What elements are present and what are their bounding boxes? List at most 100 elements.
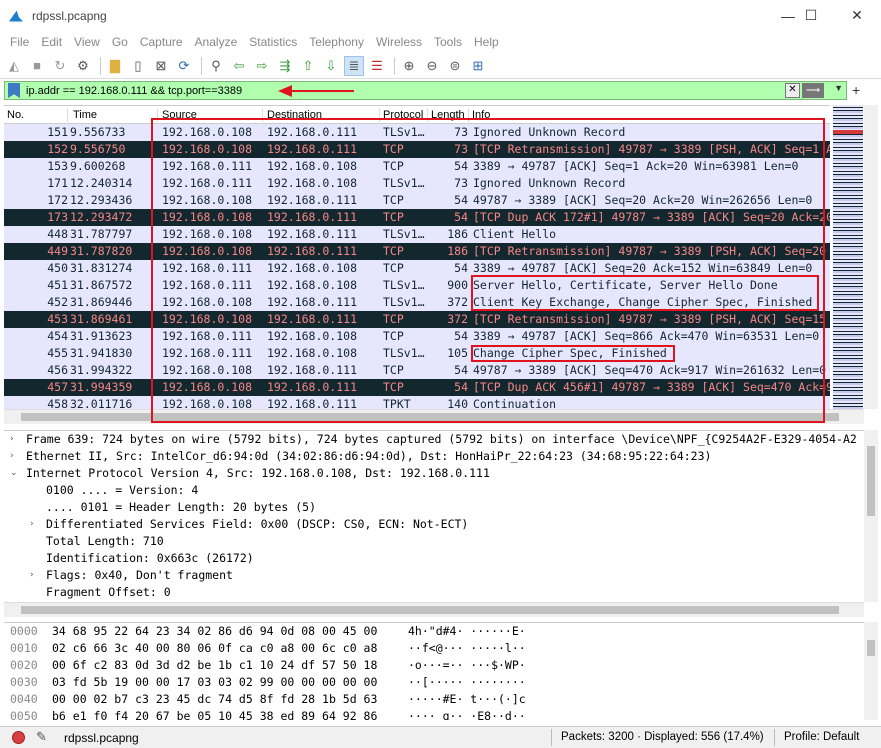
search-icon[interactable]: ⚲: [206, 56, 226, 76]
menu-analyze[interactable]: Analyze: [189, 35, 244, 49]
menu-tools[interactable]: Tools: [428, 35, 468, 49]
bytes-row[interactable]: 0030 03 fd 5b 19 00 00 17 03 03 02 99 00 …: [4, 674, 864, 691]
colorize-icon[interactable]: ☰: [367, 56, 387, 76]
packet-row[interactable]: 449 31.787820 192.168.0.108 192.168.0.111 TC…: [4, 243, 830, 260]
column-info[interactable]: Info: [469, 108, 829, 122]
column-destination[interactable]: Destination: [264, 108, 380, 122]
packet-row[interactable]: 452 31.869446 192.168.0.108 192.168.0.111 TL…: [4, 294, 830, 311]
resize-columns-icon[interactable]: ⊞: [468, 56, 488, 76]
detail-tree-item[interactable]: .... 0101 = Header Length: 20 bytes (5): [4, 499, 864, 516]
packet-row[interactable]: 152 9.556750 192.168.0.108 192.168.0.111 TCP…: [4, 141, 830, 158]
packet-list-vertical-scrollbar[interactable]: [864, 105, 878, 409]
open-folder-icon[interactable]: ▇: [105, 56, 125, 76]
detail-tree-item[interactable]: ⌄ Internet Protocol Version 4, Src: 192.1…: [4, 465, 864, 482]
detail-tree-item[interactable]: › Ethernet II, Src: IntelCor_d6:94:0d (34…: [4, 448, 864, 465]
expand-arrow-icon[interactable]: ›: [30, 516, 34, 533]
detail-text: Identification: 0x663c (26172): [46, 551, 254, 565]
file-icon[interactable]: ▯: [128, 56, 148, 76]
close-button[interactable]: ✕: [834, 0, 880, 31]
column-no[interactable]: No.: [4, 108, 68, 122]
capture-options-icon[interactable]: ⚙: [73, 56, 93, 76]
filter-history-dropdown[interactable]: ▼: [834, 83, 843, 93]
add-filter-button[interactable]: +: [852, 82, 860, 98]
menu-statistics[interactable]: Statistics: [243, 35, 303, 49]
display-filter-input[interactable]: [26, 84, 726, 97]
packet-row[interactable]: 173 12.293472 192.168.0.108 192.168.0.111 TC…: [4, 209, 830, 226]
packet-list-horizontal-scrollbar[interactable]: [4, 409, 864, 424]
bytes-row[interactable]: 0010 02 c6 66 3c 40 00 80 06 0f ca c0 a8 …: [4, 640, 864, 657]
detail-tree-item[interactable]: Fragment Offset: 0: [4, 584, 864, 601]
details-horizontal-scrollbar[interactable]: [4, 602, 864, 617]
menu-capture[interactable]: Capture: [134, 35, 189, 49]
column-time[interactable]: Time: [70, 108, 158, 122]
detail-tree-item[interactable]: › Frame 639: 724 bytes on wire (5792 bits…: [4, 431, 864, 448]
scroll-thumb[interactable]: [21, 413, 839, 421]
packet-row[interactable]: 455 31.941830 192.168.0.111 192.168.0.108 TL…: [4, 345, 830, 362]
packet-minimap[interactable]: [833, 105, 863, 409]
packet-row[interactable]: 457 31.994359 192.168.0.108 192.168.0.111 TC…: [4, 379, 830, 396]
packet-row[interactable]: 151 9.556733 192.168.0.108 192.168.0.111 TLS…: [4, 124, 830, 141]
packet-length: 186: [447, 227, 468, 241]
last-packet-icon[interactable]: ⇩: [321, 56, 341, 76]
packet-row[interactable]: 453 31.869461 192.168.0.108 192.168.0.111 TC…: [4, 311, 830, 328]
packet-row[interactable]: 450 31.831274 192.168.0.111 192.168.0.108 TC…: [4, 260, 830, 277]
autoscroll-icon[interactable]: ≣: [344, 55, 364, 76]
close-file-icon[interactable]: ⊠: [151, 56, 171, 76]
bytes-row[interactable]: 0040 00 00 02 b7 c3 23 45 dc 74 d5 8f fd …: [4, 691, 864, 708]
detail-tree-item[interactable]: › Differentiated Services Field: 0x00 (DS…: [4, 516, 864, 533]
expand-arrow-icon[interactable]: ›: [30, 567, 34, 584]
status-profile[interactable]: Profile: Default: [784, 731, 859, 743]
expert-info-icon[interactable]: [12, 731, 25, 744]
packet-row[interactable]: 153 9.600268 192.168.0.111 192.168.0.108 TCP…: [4, 158, 830, 175]
scroll-thumb[interactable]: [21, 606, 839, 614]
packet-row[interactable]: 454 31.913623 192.168.0.111 192.168.0.108 TC…: [4, 328, 830, 345]
detail-tree-item[interactable]: › Flags: 0x40, Don't fragment: [4, 567, 864, 584]
column-length[interactable]: Length: [428, 108, 469, 122]
expand-arrow-icon[interactable]: ›: [10, 448, 14, 465]
start-capture-icon[interactable]: ◭: [4, 56, 24, 76]
detail-tree-item[interactable]: 0100 .... = Version: 4: [4, 482, 864, 499]
menu-wireless[interactable]: Wireless: [370, 35, 428, 49]
go-back-icon[interactable]: ⇦: [229, 56, 249, 76]
menu-telephony[interactable]: Telephony: [303, 35, 370, 49]
packet-protocol: TCP: [383, 312, 404, 326]
scroll-thumb[interactable]: [867, 446, 875, 516]
details-vertical-scrollbar[interactable]: [864, 430, 878, 602]
go-to-packet-icon[interactable]: ⇶: [275, 56, 295, 76]
packet-row[interactable]: 448 31.787797 192.168.0.108 192.168.0.111 TL…: [4, 226, 830, 243]
menu-edit[interactable]: Edit: [35, 35, 68, 49]
bytes-row[interactable]: 0020 00 6f c2 83 0d 3d d2 be 1b c1 10 24 …: [4, 657, 864, 674]
clear-filter-button[interactable]: ✕: [785, 83, 800, 98]
column-source[interactable]: Source: [159, 108, 263, 122]
go-forward-icon[interactable]: ⇨: [252, 56, 272, 76]
zoom-reset-icon[interactable]: ⊜: [445, 56, 465, 76]
capture-comment-icon[interactable]: ✎: [36, 729, 47, 745]
first-packet-icon[interactable]: ⇧: [298, 56, 318, 76]
expand-arrow-icon[interactable]: ›: [10, 431, 14, 448]
scroll-thumb[interactable]: [867, 640, 875, 656]
packet-row[interactable]: 451 31.867572 192.168.0.111 192.168.0.108 TL…: [4, 277, 830, 294]
bytes-row[interactable]: 0050 b6 e1 f0 f4 20 67 be 05 10 45 38 ed …: [4, 708, 864, 720]
restart-capture-icon[interactable]: ↻: [50, 56, 70, 76]
apply-filter-button[interactable]: ⟶: [802, 83, 824, 98]
detail-tree-item[interactable]: Identification: 0x663c (26172): [4, 550, 864, 567]
stop-capture-icon[interactable]: ■: [27, 56, 47, 76]
packet-row[interactable]: 171 12.240314 192.168.0.111 192.168.0.108 TL…: [4, 175, 830, 192]
detail-tree-item[interactable]: Total Length: 710: [4, 533, 864, 550]
zoom-out-icon[interactable]: ⊖: [422, 56, 442, 76]
bookmark-icon[interactable]: [8, 83, 20, 98]
reload-icon[interactable]: ⟳: [174, 56, 194, 76]
menu-go[interactable]: Go: [106, 35, 134, 49]
packet-row[interactable]: 172 12.293436 192.168.0.108 192.168.0.111 TC…: [4, 192, 830, 209]
zoom-in-icon[interactable]: ⊕: [399, 56, 419, 76]
maximize-button[interactable]: ☐: [788, 0, 834, 31]
packet-row[interactable]: 458 32.011716 192.168.0.108 192.168.0.111 TP…: [4, 396, 830, 409]
collapse-arrow-icon[interactable]: ⌄: [10, 465, 18, 482]
menu-view[interactable]: View: [68, 35, 106, 49]
menu-help[interactable]: Help: [468, 35, 505, 49]
packet-row[interactable]: 456 31.994322 192.168.0.108 192.168.0.111 TC…: [4, 362, 830, 379]
menu-file[interactable]: File: [4, 35, 35, 49]
bytes-vertical-scrollbar[interactable]: [864, 622, 878, 720]
column-protocol[interactable]: Protocol: [380, 108, 428, 122]
bytes-row[interactable]: 0000 34 68 95 22 64 23 34 02 86 d6 94 0d …: [4, 623, 864, 640]
